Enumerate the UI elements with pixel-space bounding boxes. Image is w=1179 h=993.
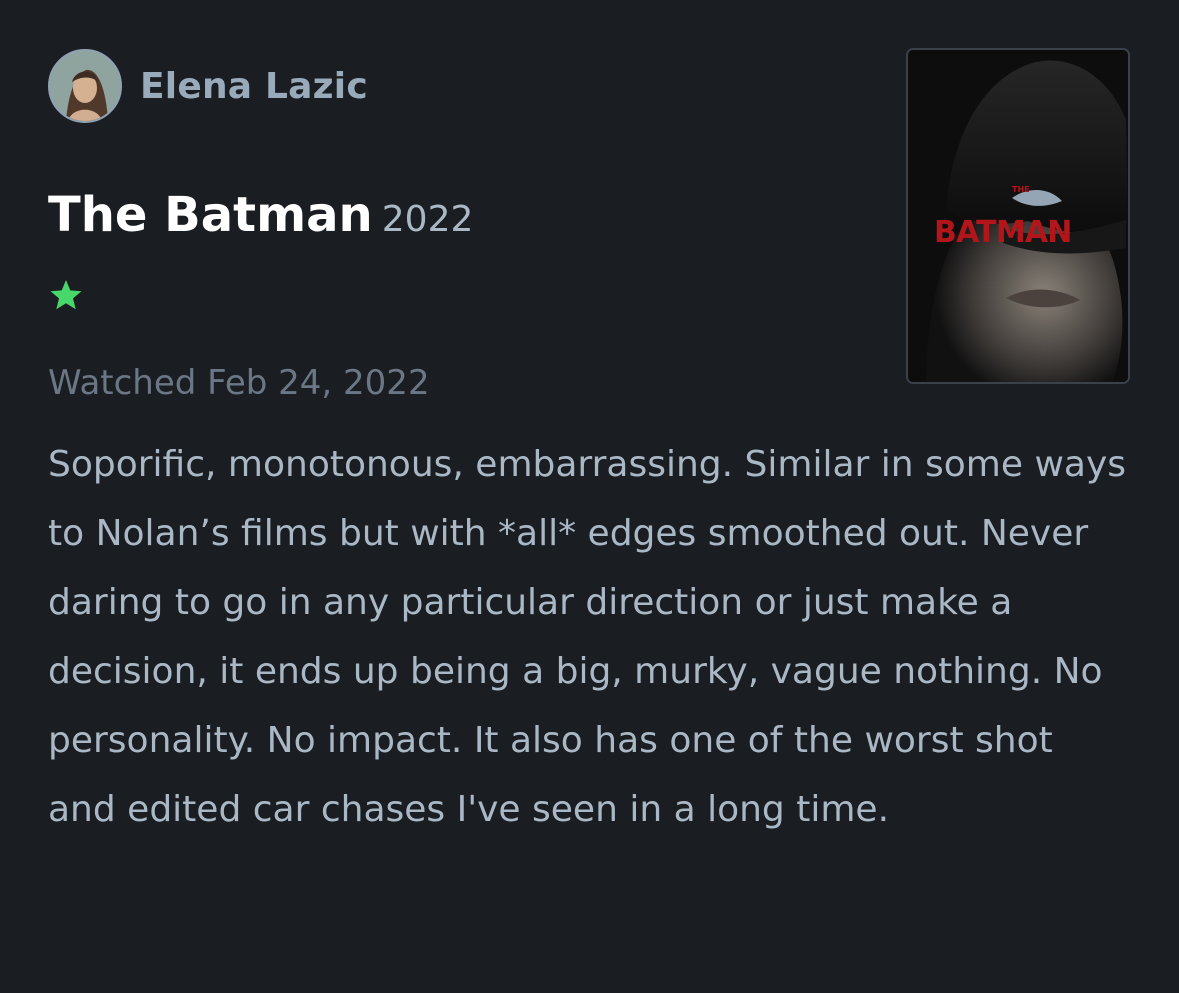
author-avatar[interactable] [48,49,122,123]
film-poster[interactable]: BATMAN THE [906,48,1130,384]
movie-poster-icon: BATMAN THE [908,50,1128,382]
film-year[interactable]: 2022 [382,199,474,240]
review-card: Elena Lazic The Batman 2022 Watched Feb … [0,0,1179,993]
avatar-photo-icon [50,51,120,121]
film-title[interactable]: The Batman [48,187,373,243]
svg-text:BATMAN: BATMAN [934,215,1072,250]
author-name[interactable]: Elena Lazic [140,66,368,107]
film-title-row: The Batman 2022 [48,184,473,257]
author-row[interactable]: Elena Lazic [48,48,368,124]
watched-date: Watched Feb 24, 2022 [48,363,430,403]
svg-text:THE: THE [1012,185,1030,194]
review-text: Soporific, monotonous, embarrassing. Sim… [48,444,1127,830]
rating-star-icon [50,280,82,310]
